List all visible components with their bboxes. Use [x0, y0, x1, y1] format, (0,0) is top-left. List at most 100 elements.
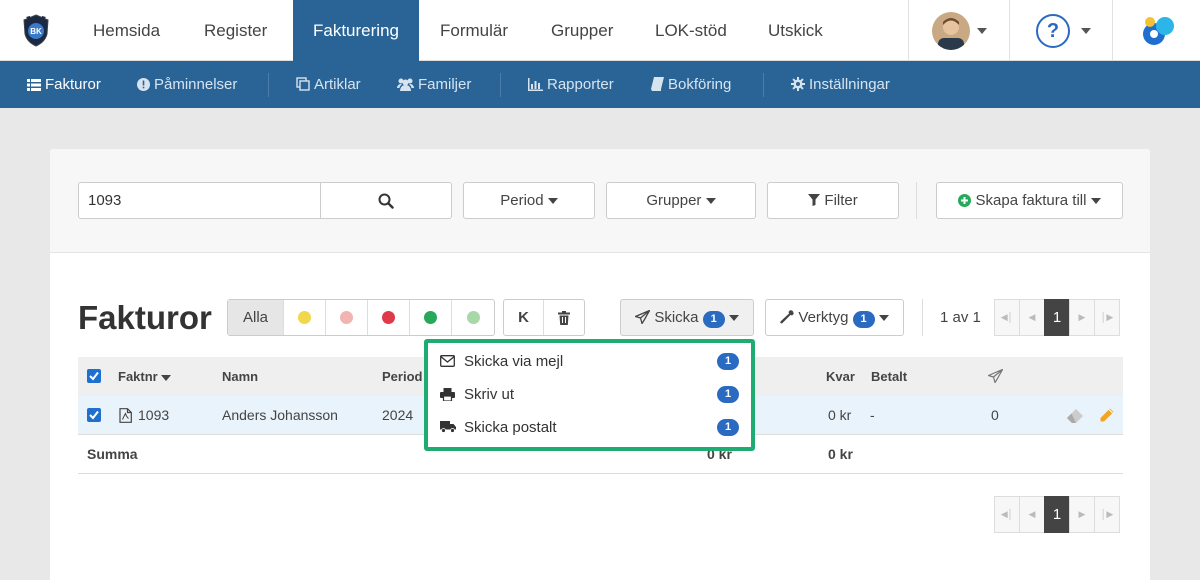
filter-green-button[interactable]: [410, 300, 452, 335]
send-post-item[interactable]: Skicka postalt 1: [428, 411, 751, 444]
red-dot-icon: [382, 311, 395, 324]
print-label: Skriv ut: [464, 386, 515, 403]
row-checkbox[interactable]: [87, 408, 101, 422]
header-kvar[interactable]: Kvar: [826, 357, 855, 396]
help-menu[interactable]: ?: [1036, 12, 1094, 50]
nav-utskick[interactable]: Utskick: [768, 0, 823, 61]
subnav-label: Påminnelser: [154, 76, 238, 93]
filter-red-button[interactable]: [368, 300, 410, 335]
nav-grupper[interactable]: Grupper: [551, 0, 613, 61]
pagination-top: ◀│ ◀ 1 ▶ │▶: [994, 299, 1120, 336]
subnav-artiklar[interactable]: Artiklar: [296, 61, 361, 108]
subnav-label: Inställningar: [809, 76, 890, 93]
current-page-button[interactable]: 1: [1044, 496, 1070, 533]
subnav-rapporter[interactable]: Rapporter: [528, 61, 614, 108]
pagination-bottom: ◀│ ◀ 1 ▶ │▶: [994, 496, 1120, 533]
create-label: Skapa faktura till: [975, 192, 1087, 209]
chevron-down-icon: [547, 198, 558, 205]
send-post-label: Skicka postalt: [464, 419, 557, 436]
nav-lok-stod[interactable]: LOK-stöd: [655, 0, 727, 61]
last-page-button[interactable]: │▶: [1094, 299, 1120, 336]
users-icon: [397, 78, 414, 91]
delete-button[interactable]: [544, 300, 584, 335]
cell-betalt: -: [870, 407, 875, 423]
tools-count-badge: 1: [852, 311, 875, 328]
prev-page-button[interactable]: ◀: [1019, 299, 1045, 336]
groups-label: Grupper: [646, 192, 702, 209]
select-all-checkbox[interactable]: [87, 369, 101, 383]
copy-icon: [296, 77, 310, 91]
divider: [500, 73, 501, 97]
filter-pink-button[interactable]: [326, 300, 368, 335]
prev-page-button[interactable]: ◀: [1019, 496, 1045, 533]
print-item[interactable]: Skriv ut 1: [428, 378, 751, 411]
k-button[interactable]: K: [504, 300, 544, 335]
nav-formular[interactable]: Formulär: [440, 0, 508, 61]
search-button[interactable]: [320, 182, 452, 219]
search-input[interactable]: [78, 182, 321, 219]
gear-icon: [791, 77, 805, 91]
summary-label: Summa: [87, 446, 138, 462]
cell-sent-count: 0: [991, 407, 999, 423]
create-invoice-dropdown[interactable]: Skapa faktura till: [936, 182, 1123, 219]
lightgreen-dot-icon: [466, 311, 480, 324]
check-icon: [89, 371, 99, 381]
page-info: 1 av 1: [940, 309, 981, 326]
current-page-button[interactable]: 1: [1044, 299, 1070, 336]
app-logo-icon[interactable]: [1139, 12, 1177, 50]
tools-dropdown[interactable]: Verktyg 1: [765, 299, 904, 336]
subnav-familjer[interactable]: Familjer: [397, 61, 471, 108]
filter-lightgreen-button[interactable]: [452, 300, 494, 335]
club-logo-icon[interactable]: BK: [18, 12, 54, 48]
divider: [916, 182, 917, 219]
filter-yellow-button[interactable]: [284, 300, 326, 335]
header-period[interactable]: Period: [382, 357, 422, 396]
subnav-label: Familjer: [418, 76, 472, 93]
nav-register[interactable]: Register: [204, 0, 267, 61]
pink-dot-icon: [340, 311, 353, 324]
last-page-button[interactable]: │▶: [1094, 496, 1120, 533]
subnav-label: Artiklar: [314, 76, 361, 93]
nav-fakturering[interactable]: Fakturering: [293, 0, 419, 61]
pdf-file-icon[interactable]: [119, 408, 132, 423]
k-label: K: [518, 309, 529, 326]
subnav-paminnelser[interactable]: Påminnelser: [137, 61, 237, 108]
filter-button[interactable]: Filter: [767, 182, 899, 219]
header-faktnr[interactable]: Faktnr: [118, 357, 172, 396]
send-count-badge: 1: [702, 311, 725, 328]
exclamation-icon: [137, 78, 150, 91]
cell-faktnr: 1093: [138, 407, 170, 423]
period-dropdown[interactable]: Period: [463, 182, 595, 219]
subnav-fakturor[interactable]: Fakturor: [27, 61, 101, 108]
subnav-installningar[interactable]: Inställningar: [791, 61, 890, 108]
header-betalt[interactable]: Betalt: [871, 357, 907, 396]
filter-all-button[interactable]: Alla: [228, 300, 284, 335]
next-page-button[interactable]: ▶: [1069, 496, 1095, 533]
print-icon: [440, 388, 455, 401]
subnav-label: Bokföring: [668, 76, 732, 93]
wrench-icon: [780, 310, 794, 324]
trash-icon: [558, 310, 570, 325]
groups-dropdown[interactable]: Grupper: [606, 182, 756, 219]
logo-text: BK: [30, 27, 42, 36]
check-icon: [89, 410, 99, 420]
header-namn[interactable]: Namn: [222, 357, 258, 396]
send-dropdown[interactable]: Skicka 1: [620, 299, 754, 336]
subnav-bokforing[interactable]: Bokföring: [651, 61, 731, 108]
help-icon: ?: [1036, 14, 1070, 48]
first-page-button[interactable]: ◀│: [994, 299, 1020, 336]
next-page-button[interactable]: ▶: [1069, 299, 1095, 336]
send-dropdown-menu: Skicka via mejl 1 Skriv ut 1 Skicka post…: [424, 339, 755, 451]
divider: [1112, 0, 1113, 61]
chevron-down-icon: [977, 28, 987, 34]
send-email-item[interactable]: Skicka via mejl 1: [428, 345, 751, 378]
user-menu[interactable]: [932, 12, 990, 50]
status-filter-group: Alla: [227, 299, 495, 336]
eraser-icon[interactable]: [1066, 408, 1084, 424]
current-page-label: 1: [1052, 506, 1062, 523]
pencil-icon[interactable]: [1100, 408, 1114, 422]
first-page-button[interactable]: ◀│: [994, 496, 1020, 533]
divider: [922, 299, 923, 336]
current-page-label: 1: [1052, 309, 1062, 326]
nav-hemsida[interactable]: Hemsida: [93, 0, 160, 61]
